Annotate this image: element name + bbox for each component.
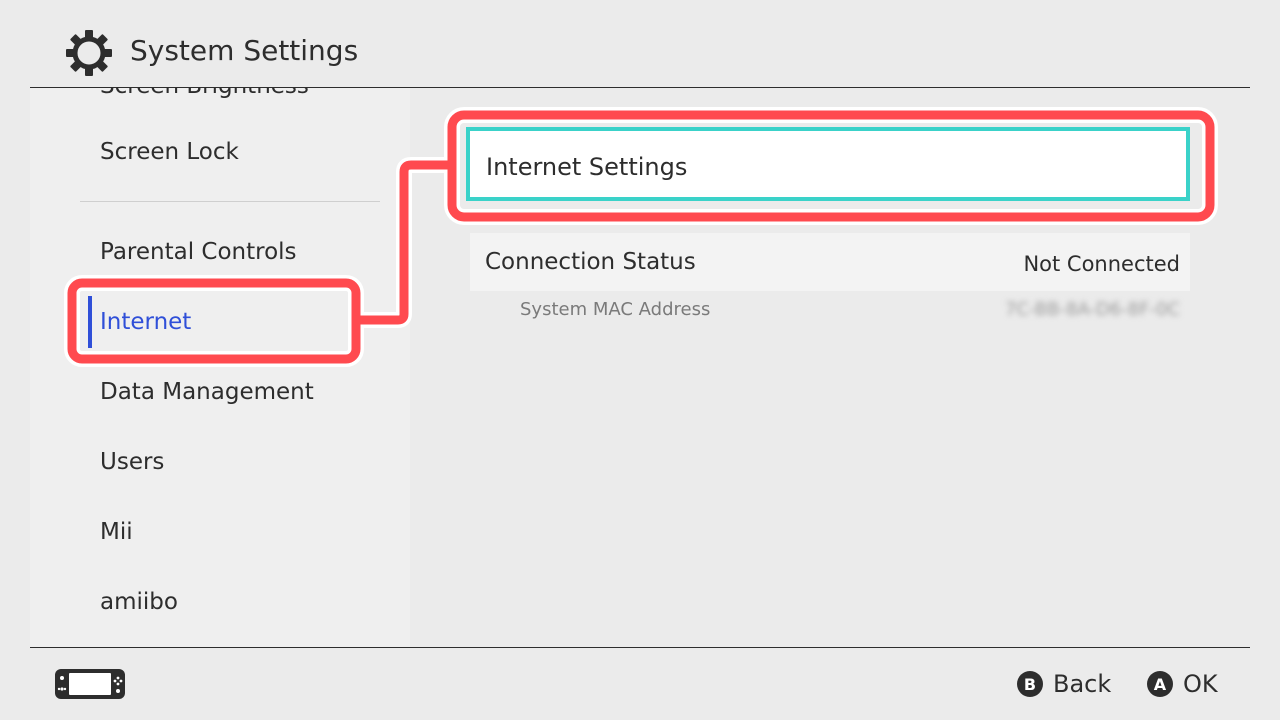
ok-label: OK: [1183, 670, 1218, 698]
sidebar-item-screen-lock[interactable]: Screen Lock: [100, 136, 239, 168]
page-title: System Settings: [130, 34, 359, 67]
selection-indicator: [88, 296, 92, 348]
internet-settings-button[interactable]: Internet Settings: [466, 127, 1190, 201]
sidebar-divider: [80, 201, 380, 202]
handheld-console-icon: [55, 669, 125, 699]
sidebar-item-amiibo[interactable]: amiibo: [100, 586, 178, 618]
b-button-icon: B: [1017, 671, 1043, 697]
sidebar: Screen Brightness Screen Lock Parental C…: [30, 88, 410, 647]
sidebar-item-internet[interactable]: Internet: [100, 306, 191, 338]
sidebar-item-data-management[interactable]: Data Management: [100, 376, 314, 408]
mac-address-label: System MAC Address: [520, 299, 711, 320]
header: System Settings: [0, 0, 1280, 88]
sidebar-item-parental-controls[interactable]: Parental Controls: [100, 236, 297, 268]
connection-status-label: Connection Status: [485, 249, 696, 275]
sidebar-item-screen-brightness[interactable]: Screen Brightness: [100, 88, 309, 102]
back-label: Back: [1053, 670, 1112, 698]
ok-button[interactable]: A OK: [1147, 668, 1218, 700]
connection-status-row: Connection Status Not Connected: [470, 233, 1190, 291]
gear-icon: [66, 30, 112, 76]
mac-address-value: 7C-BB-8A-D6-8F-0C: [1004, 299, 1180, 320]
back-button[interactable]: B Back: [1017, 668, 1111, 700]
footer: B Back A OK: [0, 648, 1280, 720]
connection-status-value: Not Connected: [1023, 252, 1180, 276]
sidebar-item-users[interactable]: Users: [100, 446, 164, 478]
internet-settings-label: Internet Settings: [486, 153, 688, 181]
sidebar-item-mii[interactable]: Mii: [100, 516, 133, 548]
main-panel: Internet Settings Connection Status Not …: [410, 88, 1250, 647]
a-button-icon: A: [1147, 671, 1173, 697]
